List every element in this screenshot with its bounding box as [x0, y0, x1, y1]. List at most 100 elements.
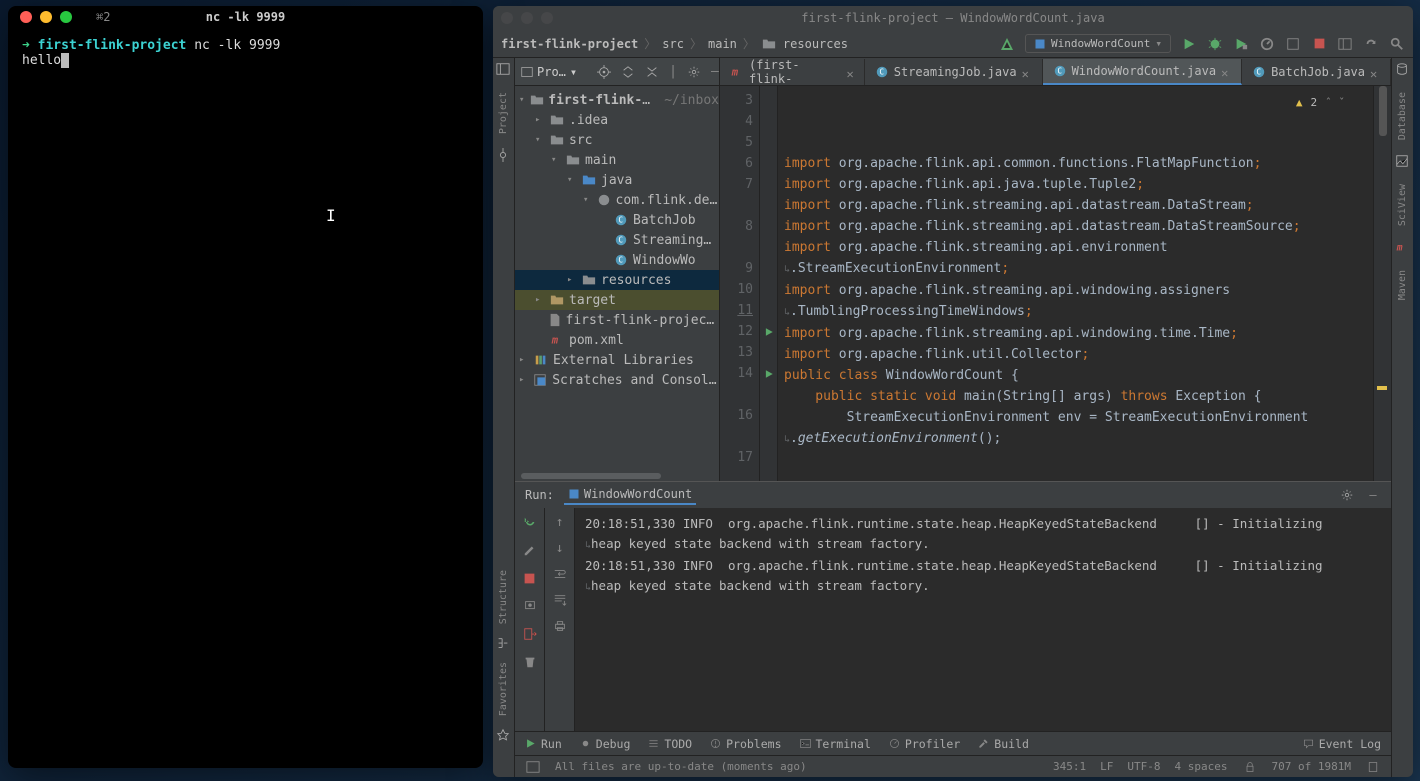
run-icon[interactable]: [1181, 36, 1197, 52]
softwrap-icon[interactable]: [552, 566, 568, 582]
collapse-all-icon[interactable]: [645, 64, 659, 80]
run-line-marker[interactable]: [760, 279, 777, 300]
run-line-marker[interactable]: [760, 195, 777, 216]
scrollbar-thumb[interactable]: [1379, 86, 1387, 136]
memory[interactable]: 707 of 1981M: [1272, 760, 1351, 773]
run-line-marker[interactable]: [760, 300, 777, 321]
tree-row[interactable]: C BatchJob: [515, 210, 719, 230]
run-line-marker[interactable]: [760, 237, 777, 258]
tree-row[interactable]: ▾ first-flink-project~/inbox: [515, 90, 719, 110]
code-content[interactable]: ▲ 2 ˆ ˇ import org.apache.flink.api.comm…: [778, 86, 1373, 481]
run-line-marker[interactable]: [760, 468, 777, 481]
tree-arrow-icon[interactable]: ▸: [519, 355, 529, 365]
tree-arrow-icon[interactable]: ▾: [583, 195, 592, 205]
terminal-tab[interactable]: ⌘2: [88, 8, 118, 26]
rerun-icon[interactable]: [522, 514, 538, 530]
editor-tab[interactable]: C BatchJob.java ✕: [1242, 59, 1391, 85]
run-line-marker[interactable]: [760, 447, 777, 468]
editor-tab[interactable]: C StreamingJob.java ✕: [865, 59, 1043, 85]
database-tool-icon[interactable]: [1395, 62, 1411, 78]
close-icon[interactable]: ✕: [1221, 66, 1231, 76]
delete-icon[interactable]: [522, 654, 538, 670]
tree-arrow-icon[interactable]: ▾: [519, 95, 526, 105]
tree-row[interactable]: C WindowWo: [515, 250, 719, 270]
run-line-marker[interactable]: [760, 111, 777, 132]
bt-terminal[interactable]: Terminal: [800, 737, 871, 751]
run-config-selector[interactable]: WindowWordCount ▾: [1025, 34, 1171, 53]
bt-debug[interactable]: Debug: [580, 737, 631, 751]
tree-row[interactable]: m pom.xml: [515, 330, 719, 350]
tree-arrow-icon[interactable]: ▾: [567, 175, 577, 185]
update-icon[interactable]: [1363, 36, 1379, 52]
debug-icon[interactable]: [1207, 36, 1223, 52]
caret-pos[interactable]: 345:1: [1053, 760, 1086, 773]
maven-tool-icon[interactable]: m: [1395, 240, 1411, 256]
profile-icon[interactable]: [1259, 36, 1275, 52]
sciview-tool-icon[interactable]: [1395, 154, 1411, 170]
coverage-icon[interactable]: [1233, 36, 1249, 52]
run-line-marker[interactable]: [760, 363, 777, 384]
bc-project[interactable]: first-flink-project: [501, 37, 638, 51]
terminal-titlebar[interactable]: ⌘2 nc -lk 9999: [8, 6, 483, 28]
exit-icon[interactable]: [522, 626, 538, 642]
project-tool-icon[interactable]: [496, 62, 512, 78]
chevron-updown-icon[interactable]: ˆ ˇ: [1325, 92, 1345, 113]
attach-icon[interactable]: [1285, 36, 1301, 52]
close-dot[interactable]: [501, 12, 513, 24]
run-line-marker[interactable]: [760, 321, 777, 342]
run-line-marker[interactable]: [760, 153, 777, 174]
favorites-tool-icon[interactable]: [496, 728, 512, 742]
hide-icon[interactable]: —: [1365, 487, 1381, 503]
warning-marker[interactable]: [1377, 386, 1387, 390]
close-icon[interactable]: ✕: [1370, 67, 1380, 77]
encoding[interactable]: UTF-8: [1127, 760, 1160, 773]
bc-main[interactable]: main: [708, 37, 737, 51]
editor-tab[interactable]: m pom.xml (first-flink-project) ✕: [720, 59, 865, 85]
maven-tool-label[interactable]: Maven: [1397, 270, 1408, 300]
tree-row[interactable]: C StreamingJo: [515, 230, 719, 250]
commit-tool-icon[interactable]: [496, 148, 512, 164]
scroll-end-icon[interactable]: [552, 592, 568, 608]
down-icon[interactable]: ↓: [552, 540, 568, 556]
tree-row[interactable]: ▸ .idea: [515, 110, 719, 130]
inspections-icon[interactable]: [1365, 759, 1381, 775]
project-tree[interactable]: ▾ first-flink-project~/inbox ▸ .idea ▾ s…: [515, 86, 719, 471]
scrollbar-thumb[interactable]: [521, 473, 661, 479]
stop-icon[interactable]: [522, 570, 538, 586]
editor-tab[interactable]: C WindowWordCount.java ✕: [1043, 59, 1243, 85]
gear-icon[interactable]: [687, 64, 701, 80]
locate-icon[interactable]: [597, 64, 611, 80]
expand-all-icon[interactable]: [621, 64, 635, 80]
database-tool-label[interactable]: Database: [1397, 92, 1408, 140]
terminal-body[interactable]: ➜ first-flink-project nc -lk 9999 hello: [8, 28, 483, 78]
minimize-dot[interactable]: [521, 12, 533, 24]
close-icon[interactable]: ✕: [847, 67, 854, 77]
ide-titlebar[interactable]: first-flink-project – WindowWordCount.ja…: [493, 6, 1413, 30]
bt-todo[interactable]: TODO: [648, 737, 692, 751]
dump-icon[interactable]: [522, 598, 538, 614]
favorites-tool-label[interactable]: Favorites: [498, 662, 509, 716]
tree-arrow-icon[interactable]: ▸: [535, 295, 545, 305]
tree-arrow-icon[interactable]: ▸: [535, 115, 545, 125]
tree-arrow-icon[interactable]: ▾: [535, 135, 545, 145]
structure-tool-icon[interactable]: [496, 636, 512, 650]
readonly-icon[interactable]: [1242, 759, 1258, 775]
run-gutter[interactable]: [760, 86, 778, 481]
tree-arrow-icon[interactable]: ▾: [551, 155, 561, 165]
hide-icon[interactable]: —: [711, 64, 719, 80]
layout-icon[interactable]: [1337, 36, 1353, 52]
tree-row[interactable]: ▸ External Libraries: [515, 350, 719, 370]
editor-hints[interactable]: ▲ 2 ˆ ˇ: [1296, 92, 1345, 113]
search-icon[interactable]: [1389, 36, 1405, 52]
close-dot[interactable]: [20, 11, 32, 23]
editor-scrollbar[interactable]: [1373, 86, 1391, 481]
tree-row[interactable]: ▾ main: [515, 150, 719, 170]
tree-row[interactable]: first-flink-project.iml: [515, 310, 719, 330]
tree-row[interactable]: ▾ java: [515, 170, 719, 190]
bt-profiler[interactable]: Profiler: [889, 737, 960, 751]
run-line-marker[interactable]: [760, 174, 777, 195]
run-line-marker[interactable]: [760, 90, 777, 111]
up-icon[interactable]: ↑: [552, 514, 568, 530]
run-line-marker[interactable]: [760, 405, 777, 426]
bt-eventlog[interactable]: Event Log: [1303, 737, 1381, 751]
